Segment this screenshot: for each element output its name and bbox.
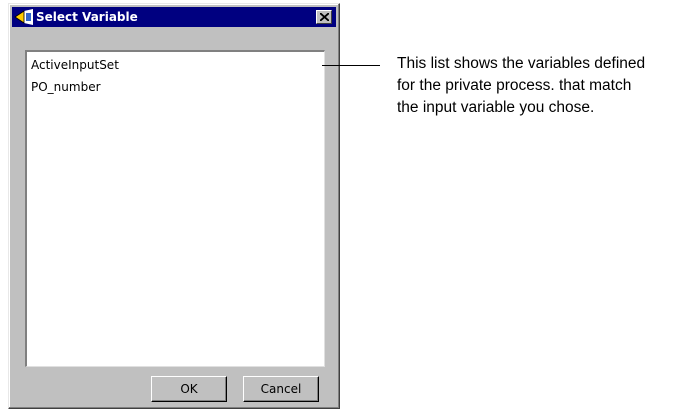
close-icon [320, 13, 329, 21]
list-item[interactable]: ActiveInputSet [31, 57, 119, 73]
screenshot-stage: Select Variable ActiveInputSet PO_number… [0, 0, 695, 412]
variable-app-icon [14, 8, 36, 26]
dialog-titlebar[interactable]: Select Variable [12, 7, 336, 27]
dialog-title: Select Variable [36, 10, 138, 24]
callout-line: for the private process. that match [397, 77, 632, 94]
callout-line: This list shows the variables defined [397, 55, 646, 72]
ok-button[interactable]: OK [151, 376, 227, 402]
callout-line: the input variable you chose. [397, 99, 595, 116]
select-variable-dialog: Select Variable ActiveInputSet PO_number… [8, 3, 340, 409]
close-button[interactable] [316, 10, 332, 24]
list-item[interactable]: PO_number [31, 79, 101, 95]
cancel-button[interactable]: Cancel [243, 376, 319, 402]
variable-list[interactable]: ActiveInputSet PO_number [25, 50, 325, 367]
callout-leader-line [322, 65, 380, 66]
callout-annotation: This list shows the variables defined fo… [397, 53, 693, 119]
